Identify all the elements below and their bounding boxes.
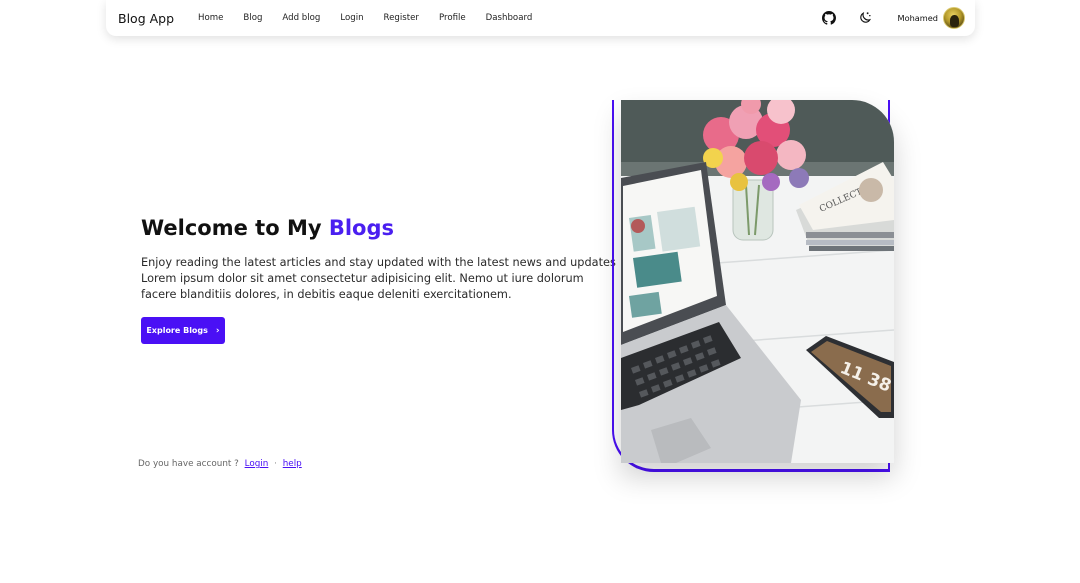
help-link[interactable]: help bbox=[283, 459, 302, 469]
hero-title: Welcome to My Blogs bbox=[141, 216, 394, 240]
nav-link-profile[interactable]: Profile bbox=[439, 13, 466, 23]
nav-link-login[interactable]: Login bbox=[340, 13, 363, 23]
nav-link-blog[interactable]: Blog bbox=[243, 13, 262, 23]
explore-blogs-button[interactable]: Explore Blogs › bbox=[141, 317, 225, 344]
hero-text-line: Enjoy reading the latest articles and st… bbox=[141, 256, 616, 269]
nav-link-register[interactable]: Register bbox=[384, 13, 419, 23]
navbar: Blog App Home Blog Add blog Login Regist… bbox=[106, 0, 975, 36]
desk-photo: COLLECTI 11 38 bbox=[621, 100, 894, 463]
avatar[interactable] bbox=[943, 7, 965, 29]
account-prompt: Do you have account ? Login · help bbox=[138, 459, 302, 469]
login-link[interactable]: Login bbox=[245, 459, 269, 469]
nav-links: Home Blog Add blog Login Register Profil… bbox=[188, 13, 542, 23]
nav-link-dashboard[interactable]: Dashboard bbox=[486, 13, 533, 23]
hero-text-line: facere blanditiis dolores, in debitis ea… bbox=[141, 288, 512, 301]
separator: · bbox=[274, 459, 277, 469]
hero-text-line: Lorem ipsum dolor sit amet consectetur a… bbox=[141, 272, 584, 285]
hero-title-prefix: Welcome to My bbox=[141, 216, 329, 240]
chevron-right-icon: › bbox=[215, 325, 220, 336]
hero-description: Enjoy reading the latest articles and st… bbox=[141, 255, 616, 303]
hero-image: COLLECTI 11 38 bbox=[621, 100, 894, 463]
github-icon[interactable] bbox=[821, 11, 836, 25]
user-name[interactable]: Mohamed bbox=[898, 13, 939, 23]
theme-toggle-icon[interactable] bbox=[858, 11, 872, 25]
explore-blogs-label: Explore Blogs bbox=[146, 326, 208, 335]
account-question: Do you have account ? bbox=[138, 459, 239, 469]
hero-title-accent: Blogs bbox=[328, 216, 395, 240]
nav-link-add-blog[interactable]: Add blog bbox=[282, 13, 320, 23]
brand-logo[interactable]: Blog App bbox=[118, 11, 174, 26]
nav-link-home[interactable]: Home bbox=[198, 13, 223, 23]
nav-right: Mohamed bbox=[821, 7, 965, 29]
